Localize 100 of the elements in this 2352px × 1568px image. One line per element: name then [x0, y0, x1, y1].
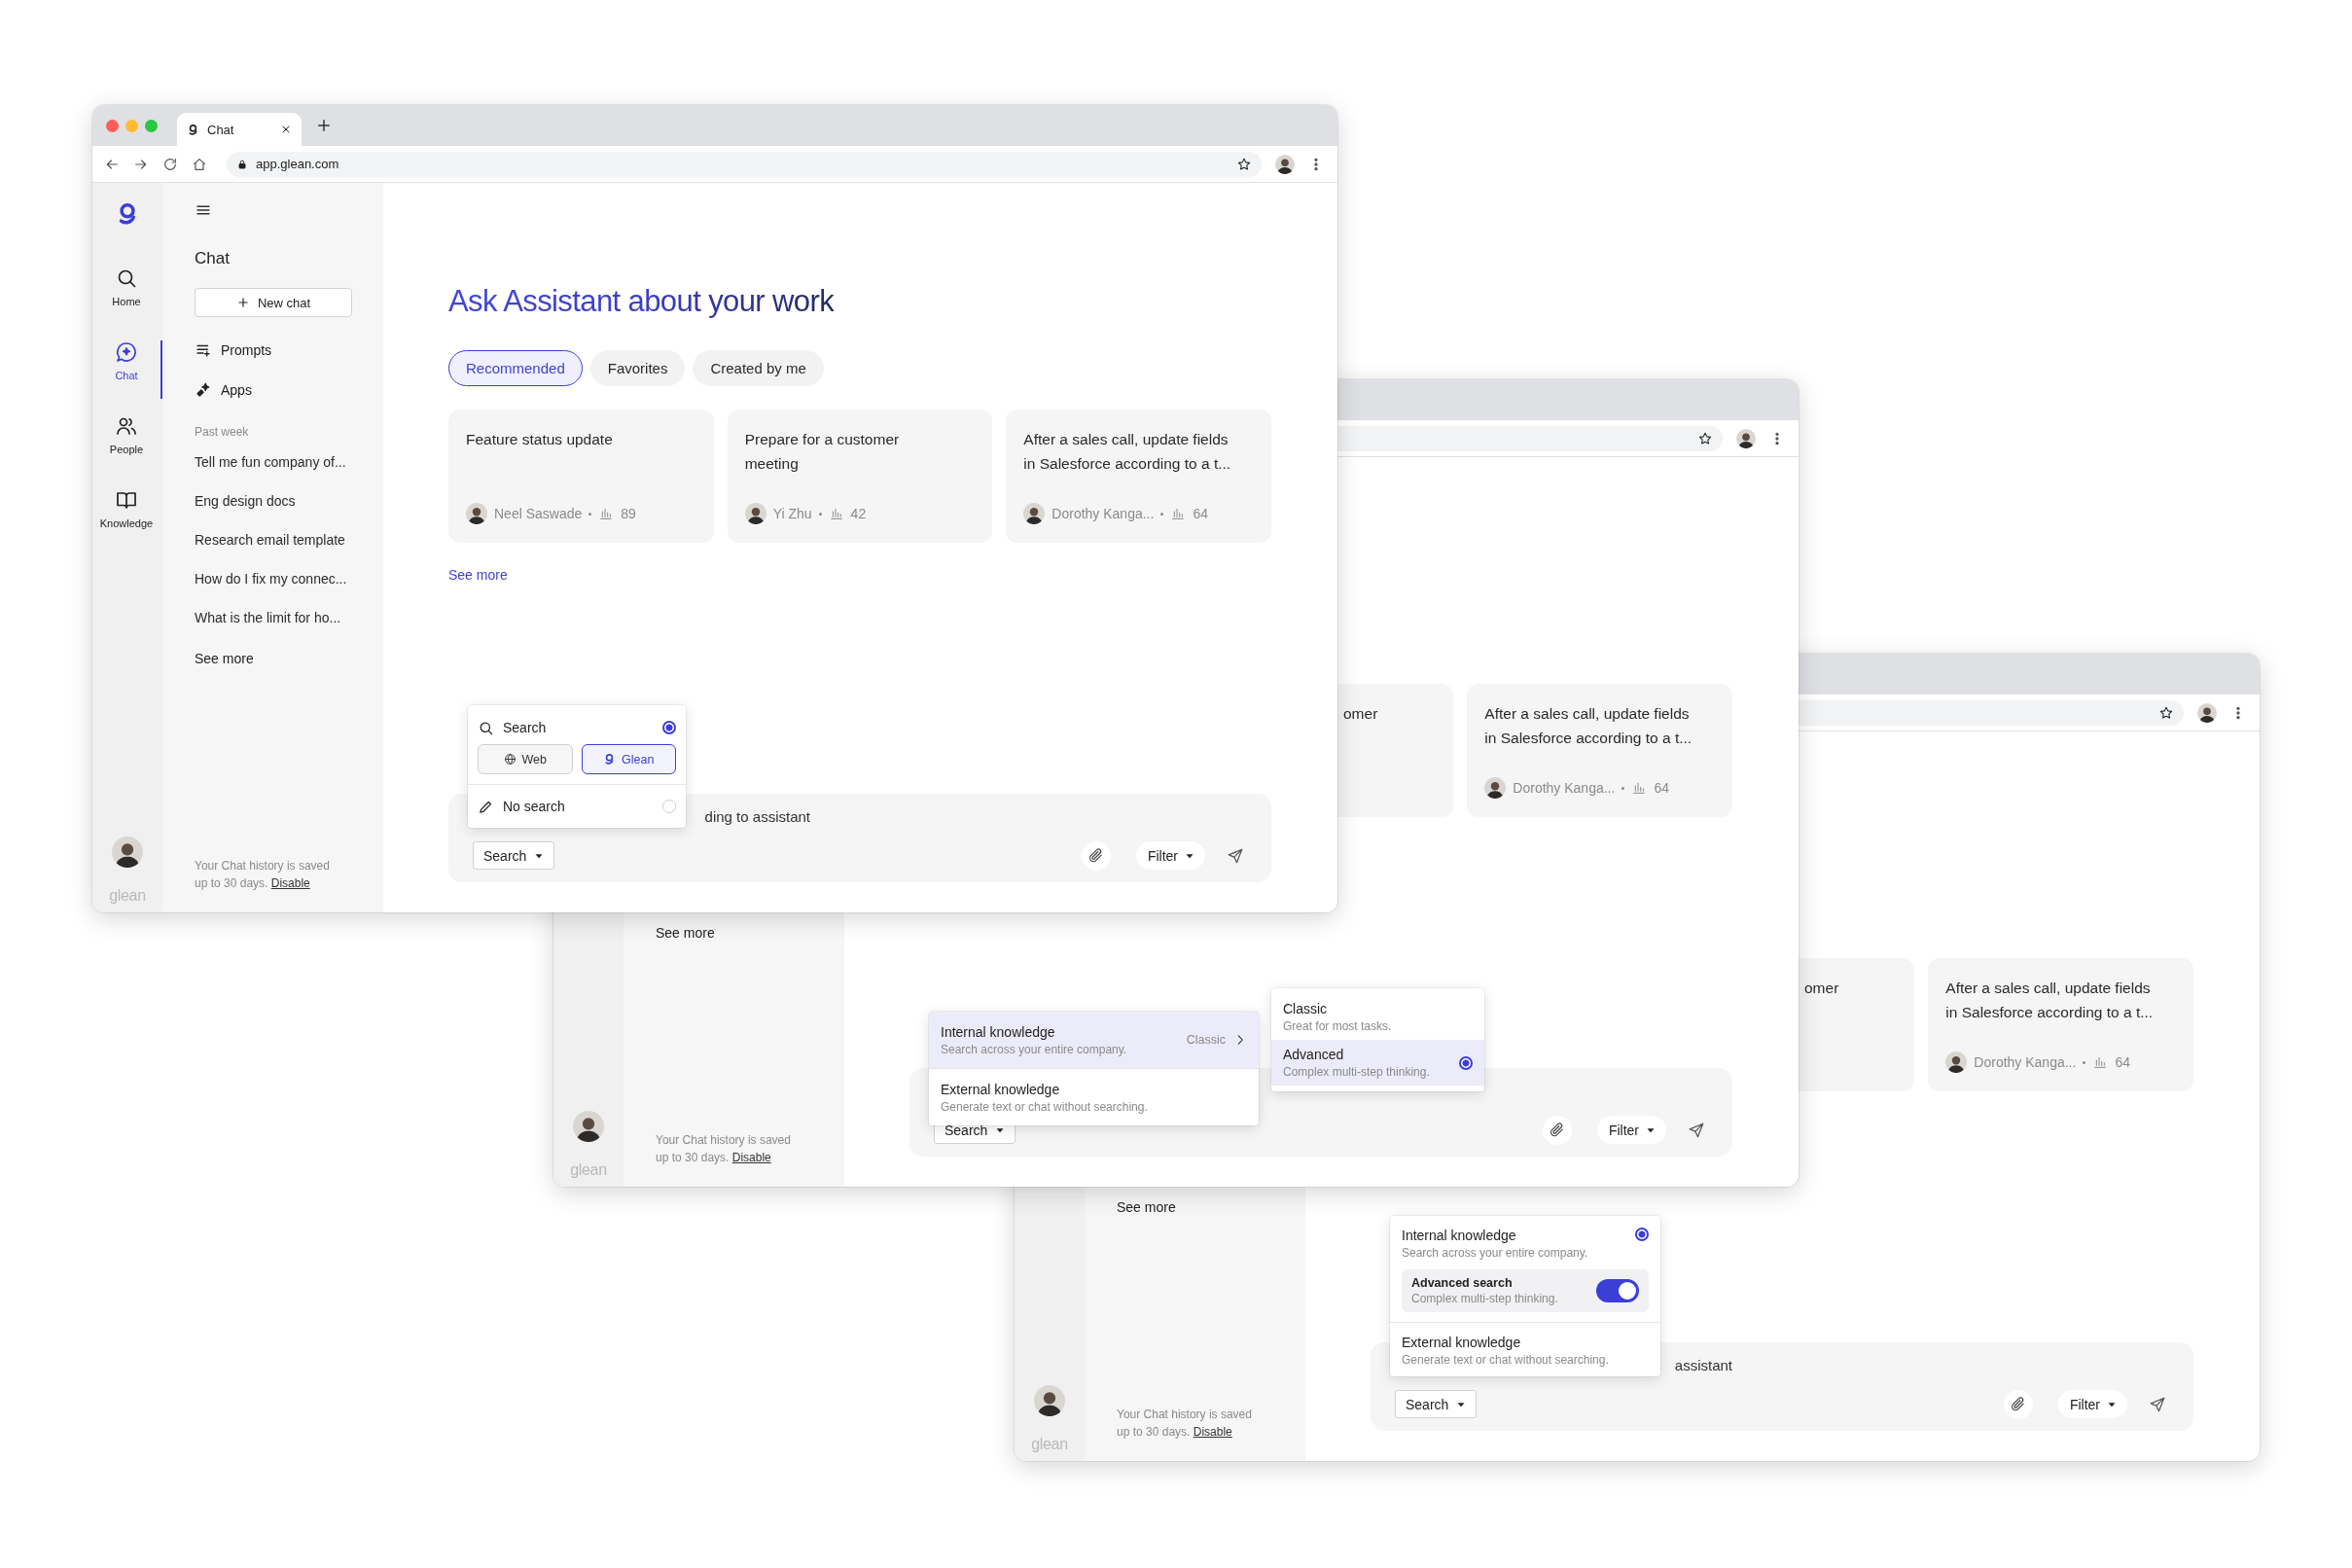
filter-tab[interactable]: Recommended: [448, 350, 583, 386]
avatar[interactable]: [112, 837, 143, 868]
setting-title: Advanced search: [1411, 1276, 1514, 1290]
usage-count: 42: [850, 506, 867, 521]
send-icon[interactable]: [2149, 1395, 2166, 1413]
avatar[interactable]: [573, 1111, 604, 1142]
card-title: Prepare for a customer meeting: [744, 430, 901, 474]
see-more-link[interactable]: See more: [195, 642, 254, 675]
avatar[interactable]: [1034, 1385, 1065, 1416]
separator-dot: [1621, 786, 1625, 790]
paperclip-icon: [2010, 1396, 2027, 1412]
menu-item[interactable]: Classic Great for most tasks.: [1271, 994, 1484, 1040]
close-icon[interactable]: [280, 124, 292, 135]
filter-tab[interactable]: Favorites: [589, 350, 686, 386]
bar-chart-icon: [1170, 506, 1187, 521]
separator-dot: [1160, 512, 1164, 516]
bar-chart-icon: [2092, 1054, 2109, 1070]
author-name: Dorothy Kanga...: [1974, 1054, 2077, 1070]
prompt-card[interactable]: Prepare for a customer meeting Yi Zhu 42: [727, 410, 993, 543]
sidebar-link[interactable]: Prompts: [195, 336, 272, 365]
rail-item[interactable]: Knowledge: [92, 488, 162, 547]
avatar: [1484, 777, 1507, 799]
see-more-link[interactable]: See more: [656, 916, 715, 949]
radio-button[interactable]: [1459, 1055, 1473, 1070]
bar-chart-icon: [828, 506, 844, 521]
bar-chart-icon: [1631, 780, 1648, 796]
sparkle-icon: [195, 381, 212, 399]
history-item[interactable]: How do I fix my connec...: [195, 559, 347, 598]
prompt-card[interactable]: omer: [1797, 958, 1915, 1091]
disable-link[interactable]: Disable: [731, 1151, 771, 1164]
address-bar[interactable]: app.glean.com: [227, 151, 1262, 177]
menu-item[interactable]: Advanced Complex multi-step thinking.: [1271, 1040, 1484, 1086]
plus-icon[interactable]: [315, 117, 333, 134]
radio-button[interactable]: [1635, 1228, 1649, 1241]
history-item[interactable]: What is the limit for ho...: [195, 598, 347, 637]
browser-tab[interactable]: Chat: [177, 113, 302, 146]
avatar[interactable]: [1736, 428, 1756, 448]
attach-button[interactable]: [1542, 1115, 1572, 1145]
avatar[interactable]: [2197, 702, 2217, 723]
section-label: Past week: [195, 424, 249, 440]
filter-tab[interactable]: Created by me: [693, 350, 824, 386]
attach-button[interactable]: [1081, 840, 1111, 871]
mode-dropdown[interactable]: Search: [473, 841, 555, 870]
source-button[interactable]: Glean: [581, 744, 676, 774]
menu-item[interactable]: External knowledge Generate text or chat without searching.: [1402, 1335, 1649, 1367]
filter-dropdown[interactable]: Filter: [1596, 1116, 1666, 1144]
prompt-card[interactable]: omer: [1336, 684, 1454, 817]
send-icon[interactable]: [1227, 846, 1244, 865]
disable-link[interactable]: Disable: [270, 876, 310, 890]
author-name: Yi Zhu: [772, 506, 812, 521]
card-title: omer: [1343, 704, 1378, 724]
disable-link[interactable]: Disable: [1193, 1425, 1232, 1439]
avatar: [744, 503, 766, 524]
prompt-card[interactable]: Feature status update Neel Saswade 89: [448, 410, 714, 543]
see-more-link[interactable]: See more: [1117, 1191, 1176, 1224]
avatar[interactable]: [1275, 154, 1295, 174]
usage-count: 64: [1193, 506, 1208, 521]
history-note: Your Chat history is saved up to 30 days. Disable: [195, 858, 331, 892]
usage-count: 64: [2115, 1054, 2130, 1070]
usage-count: 64: [1654, 780, 1669, 796]
message-field[interactable]: assistant: [1659, 1354, 1732, 1375]
menu-option[interactable]: Search: [468, 711, 686, 744]
menu-item[interactable]: Internal knowledge Search across your entire company. Classic: [929, 1012, 1259, 1068]
paperclip-icon: [1087, 847, 1105, 864]
filter-dropdown[interactable]: Filter: [2057, 1390, 2127, 1418]
mode-dropdown[interactable]: Search: [1395, 1390, 1478, 1418]
star-icon[interactable]: [2158, 704, 2174, 721]
menu-option[interactable]: No search: [468, 785, 686, 828]
history-item[interactable]: Eng design docs: [195, 481, 347, 520]
history-item[interactable]: Tell me fun company of...: [195, 443, 347, 481]
sidebar-link[interactable]: Apps: [195, 375, 252, 405]
globe-icon: [503, 753, 517, 766]
new-chat-button[interactable]: New chat: [195, 288, 352, 317]
avatar: [466, 503, 487, 524]
menu-item[interactable]: Internal knowledge Search across your entire company.: [1402, 1228, 1627, 1260]
rail-item[interactable]: Home: [92, 267, 162, 325]
prompt-card[interactable]: After a sales call, update fields in Salesforce according to a t... Dorothy Kanga... 64: [1928, 958, 2193, 1091]
send-icon[interactable]: [1688, 1121, 1705, 1139]
filter-dropdown[interactable]: Filter: [1135, 841, 1205, 870]
attach-button[interactable]: [2003, 1389, 2033, 1419]
toggle-switch[interactable]: [1596, 1279, 1639, 1302]
setting-description: Complex multi-step thinking.: [1411, 1292, 1559, 1305]
avatar: [1023, 503, 1046, 524]
radio-button[interactable]: [662, 721, 676, 734]
home-icon[interactable]: [192, 156, 207, 172]
bar-chart-icon: [598, 506, 615, 521]
star-icon[interactable]: [1236, 156, 1252, 172]
history-item[interactable]: Research email template: [195, 520, 347, 559]
prompt-card[interactable]: After a sales call, update fields in Salesforce according to a t... Dorothy Kanga... 64: [1467, 684, 1732, 817]
see-more-link[interactable]: See more: [448, 564, 508, 586]
reload-icon[interactable]: [162, 156, 178, 172]
rail-item[interactable]: People: [92, 414, 162, 473]
prompt-card[interactable]: After a sales call, update fields in Salesforce according to a t... Dorothy Kanga... 64: [1006, 410, 1271, 543]
card-title: Feature status update: [466, 430, 614, 449]
separator-dot: [818, 512, 822, 516]
usage-count: 89: [621, 506, 636, 521]
sidebar-title: Chat: [195, 248, 230, 269]
star-icon[interactable]: [1697, 430, 1713, 446]
plus-icon: [235, 296, 250, 309]
source-button[interactable]: Web: [478, 744, 573, 774]
